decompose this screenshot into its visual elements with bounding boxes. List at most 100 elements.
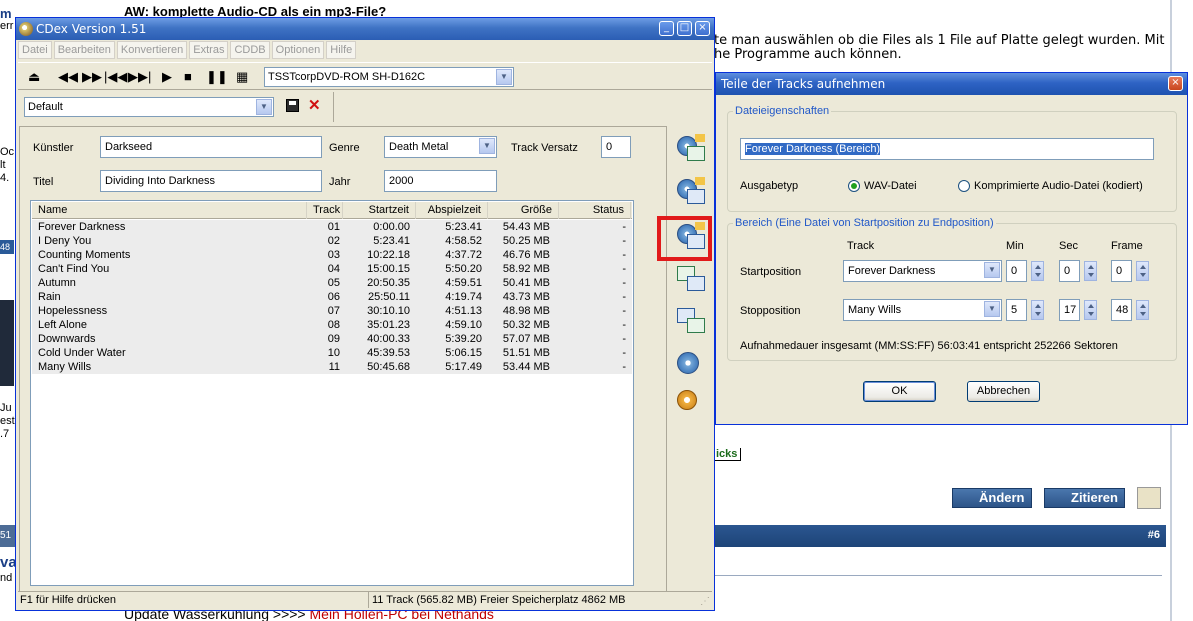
track-start-cell: 35:01.23 xyxy=(367,319,410,331)
post-number[interactable]: #6 xyxy=(1148,529,1160,541)
start-frame-stepper[interactable] xyxy=(1136,261,1149,281)
cdex-titlebar[interactable]: CDex Version 1.51 _ □ × xyxy=(16,18,714,40)
menu-optionen[interactable]: Optionen xyxy=(271,41,325,59)
stop-min-field[interactable]: 5 xyxy=(1006,299,1027,321)
track-size-cell: 57.07 MB xyxy=(502,333,550,345)
next-track-icon[interactable]: ▶▶| xyxy=(128,70,151,84)
start-frame-field[interactable]: 0 xyxy=(1111,260,1132,282)
settings-button[interactable] xyxy=(675,388,707,418)
pause-icon[interactable]: ❚❚ xyxy=(206,70,228,84)
stop-icon[interactable]: ■ xyxy=(184,70,192,84)
save-icon[interactable] xyxy=(286,99,299,112)
start-sec-field[interactable]: 0 xyxy=(1059,260,1080,282)
start-track-select[interactable]: Forever Darkness ▼ xyxy=(843,260,1002,282)
column-header-track[interactable]: Track xyxy=(307,202,343,219)
post-text-line: he Programme auch können. xyxy=(714,47,902,62)
edit-post-button[interactable]: Ändern xyxy=(952,488,1032,508)
minimize-button[interactable]: _ xyxy=(659,21,674,36)
wav-radio[interactable] xyxy=(848,180,860,192)
column-header-size[interactable]: Größe xyxy=(488,202,559,219)
column-header-length[interactable]: Abspielzeit xyxy=(416,202,488,219)
chevron-down-icon[interactable]: ▼ xyxy=(496,69,512,85)
rewind-icon[interactable]: ◀◀ xyxy=(58,70,78,84)
previous-track-icon[interactable]: |◀◀ xyxy=(104,70,127,84)
table-row[interactable]: Autumn 05 20:50.35 4:59.51 50.41 MB - xyxy=(32,276,632,290)
table-row[interactable]: Forever Darkness 01 0:00.00 5:23.41 54.43 MB… xyxy=(32,220,632,234)
chevron-down-icon[interactable]: ▼ xyxy=(479,138,495,154)
track-list[interactable]: Name Track Startzeit Abspielzeit Größe S… xyxy=(30,200,634,586)
stop-track-select[interactable]: Many Wills ▼ xyxy=(843,299,1002,321)
wav-radio-label[interactable]: WAV-Datei xyxy=(864,179,917,193)
menu-konvertieren[interactable]: Konvertieren xyxy=(116,41,188,59)
genre-select[interactable]: Death Metal ▼ xyxy=(384,136,497,158)
convert-wav-to-mp3-button[interactable] xyxy=(675,264,707,294)
track-size-cell: 43.73 MB xyxy=(502,291,550,303)
track-start-cell: 20:50.35 xyxy=(367,277,410,289)
year-label: Jahr xyxy=(329,176,351,188)
delete-icon[interactable]: ✕ xyxy=(308,96,321,114)
drive-select-value: TSSTcorpDVD-ROM SH-D162C xyxy=(268,71,426,83)
play-icon[interactable]: ▶ xyxy=(162,70,172,84)
chevron-down-icon[interactable]: ▼ xyxy=(984,301,1000,317)
stop-frame-stepper[interactable] xyxy=(1136,300,1149,320)
table-row[interactable]: Left Alone 08 35:01.23 4:59.10 50.32 MB - xyxy=(32,318,632,332)
stop-sec-field[interactable]: 17 xyxy=(1059,299,1080,321)
artist-field[interactable]: Darkseed xyxy=(100,136,322,158)
table-row[interactable]: Rain 06 25:50.11 4:19.74 43.73 MB - xyxy=(32,290,632,304)
compressed-radio-label[interactable]: Komprimierte Audio-Datei (kodiert) xyxy=(974,179,1143,193)
profile-select[interactable]: Default ▼ xyxy=(24,97,274,117)
album-title-field[interactable]: Dividing Into Darkness xyxy=(100,170,322,192)
quote-post-label: Zitieren xyxy=(1071,490,1118,505)
extract-to-mp3-button[interactable] xyxy=(675,177,707,207)
quote-post-button[interactable]: Zitieren xyxy=(1044,488,1125,508)
stop-min-stepper[interactable] xyxy=(1031,300,1044,320)
year-field[interactable]: 2000 xyxy=(384,170,497,192)
track-size-cell: 54.43 MB xyxy=(502,221,550,233)
multi-quote-icon[interactable] xyxy=(1137,487,1161,509)
start-min-field[interactable]: 0 xyxy=(1006,260,1027,282)
menu-cddb[interactable]: CDDB xyxy=(230,41,270,59)
stop-sec-stepper[interactable] xyxy=(1084,300,1097,320)
table-row[interactable]: Downwards 09 40:00.33 5:39.20 57.07 MB - xyxy=(32,332,632,346)
table-row[interactable]: I Deny You 02 5:23.41 4:58.52 50.25 MB - xyxy=(32,234,632,248)
fast-forward-icon[interactable]: ▶▶ xyxy=(82,70,102,84)
table-row[interactable]: Cold Under Water 10 45:39.53 5:06.15 51.51 M… xyxy=(32,346,632,360)
table-row[interactable]: Hopelessness 07 30:10.10 4:51.13 48.98 MB - xyxy=(32,304,632,318)
start-sec-stepper[interactable] xyxy=(1084,261,1097,281)
cancel-button[interactable]: Abbrechen xyxy=(967,381,1040,402)
menu-bearbeiten[interactable]: Bearbeiten xyxy=(53,41,115,59)
column-header-status[interactable]: Status xyxy=(559,202,631,219)
maximize-button[interactable]: □ xyxy=(677,21,692,36)
table-row[interactable]: Many Wills 11 50:45.68 5:17.49 53.44 MB - xyxy=(32,360,632,374)
chevron-down-icon[interactable]: ▼ xyxy=(984,262,1000,278)
menu-extras[interactable]: Extras xyxy=(189,41,229,59)
dialog-titlebar[interactable]: Teile der Tracks aufnehmen × xyxy=(716,73,1187,95)
drive-select[interactable]: TSSTcorpDVD-ROM SH-D162C ▼ xyxy=(264,67,514,87)
table-row[interactable]: Counting Moments 03 10:22.18 4:37.72 46.76 M… xyxy=(32,248,632,262)
resize-grip-icon[interactable]: ⋰ xyxy=(700,594,710,610)
menu-hilfe[interactable]: Hilfe xyxy=(326,41,357,59)
track-status-cell: - xyxy=(622,361,626,373)
close-button[interactable]: × xyxy=(695,21,710,36)
track-number-cell: 05 xyxy=(327,277,340,289)
cddb-lookup-button[interactable] xyxy=(675,350,707,380)
left-fragment: 4. xyxy=(0,172,10,184)
column-header-name[interactable]: Name xyxy=(32,202,307,219)
start-min-stepper[interactable] xyxy=(1031,261,1044,281)
convert-mp3-to-wav-button[interactable] xyxy=(675,306,707,336)
chevron-down-icon[interactable]: ▼ xyxy=(256,99,272,115)
compressed-radio[interactable] xyxy=(958,180,970,192)
close-button[interactable]: × xyxy=(1168,76,1183,91)
extract-to-wav-button[interactable] xyxy=(675,134,707,164)
track-length-cell: 5:06.15 xyxy=(445,347,482,359)
menu-datei[interactable]: Datei xyxy=(18,41,52,59)
track-offset-field[interactable]: 0 xyxy=(601,136,631,158)
table-row[interactable]: Can't Find You 04 15:00.15 5:50.20 58.92 MB - xyxy=(32,262,632,276)
tricks-link[interactable]: icks xyxy=(713,448,742,461)
cd-info-icon[interactable]: ▦ xyxy=(236,70,248,84)
ok-button[interactable]: OK xyxy=(863,381,936,402)
eject-icon[interactable]: ⏏ xyxy=(28,70,40,84)
filename-field[interactable]: Forever Darkness (Bereich) xyxy=(740,138,1154,160)
column-header-start[interactable]: Startzeit xyxy=(343,202,416,219)
stop-frame-field[interactable]: 48 xyxy=(1111,299,1132,321)
